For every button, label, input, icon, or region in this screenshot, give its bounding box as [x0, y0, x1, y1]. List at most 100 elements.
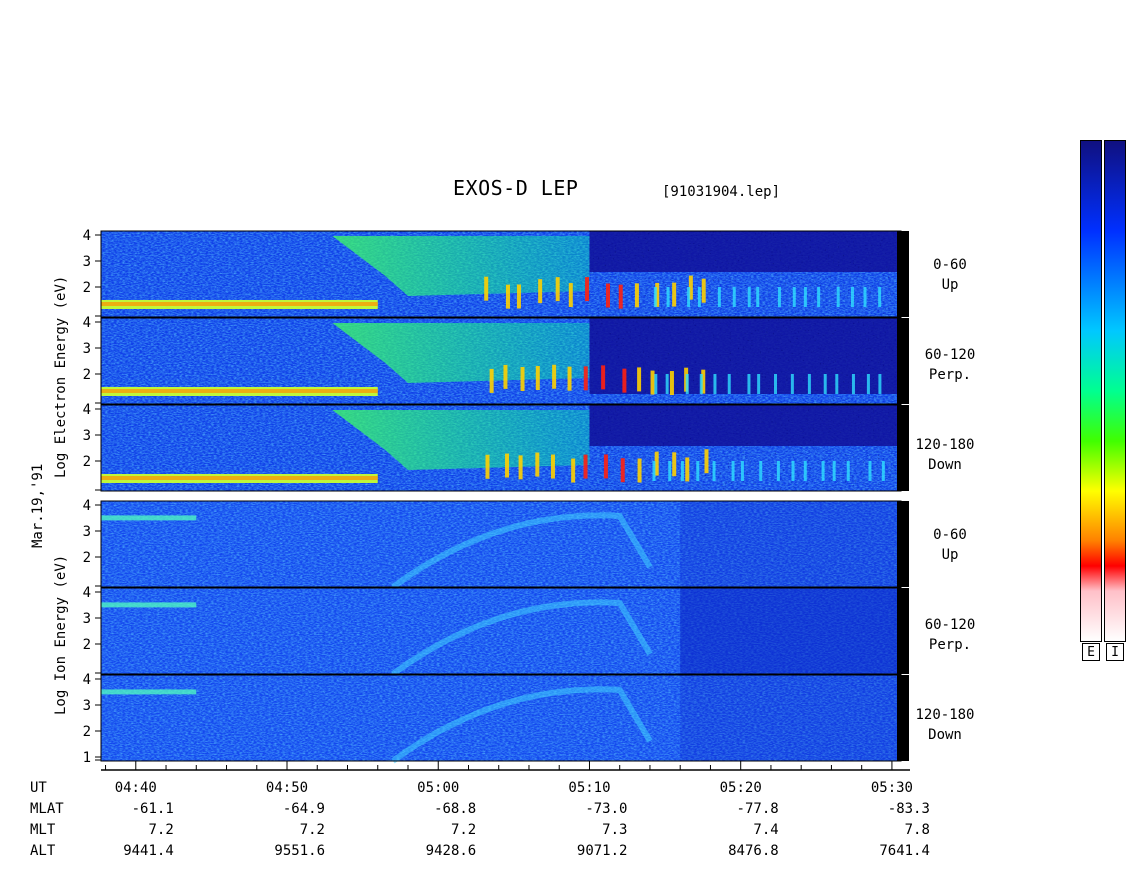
late-burst-mark	[654, 374, 658, 394]
ion-beam	[101, 515, 197, 521]
spectrogram-panel-4	[100, 587, 909, 677]
ephemeris-alt-value: 9071.2	[576, 843, 628, 859]
y-tick-label: 2	[83, 280, 91, 296]
late-burst-mark	[791, 461, 795, 481]
y-tick-label: 1	[83, 750, 91, 766]
angle-label-i-up: 0-60 Up	[933, 527, 967, 563]
burst-mark	[520, 367, 525, 392]
late-burst-mark	[652, 461, 656, 481]
electron-ylabel: Log Electron Energy (eV)	[53, 275, 69, 478]
late-burst-mark	[731, 461, 735, 481]
burst-mark	[489, 368, 494, 393]
late-burst-mark	[851, 374, 855, 394]
ephemeris-mlat-value: -61.1	[131, 801, 174, 817]
late-burst-mark	[792, 287, 796, 307]
y-tick-label: 4	[83, 498, 91, 514]
burst-mark	[603, 454, 608, 479]
late-burst-mark	[697, 287, 701, 307]
ut-tick-label: 05:00	[417, 780, 460, 796]
burst-mark	[516, 284, 521, 309]
spectrogram-panel-1	[100, 317, 909, 405]
late-burst-mark	[757, 374, 761, 394]
burst-mark	[620, 458, 625, 483]
late-burst-mark	[666, 287, 670, 307]
burst-mark	[701, 278, 706, 303]
dark-speckle	[589, 405, 901, 491]
y-tick-label: 2	[83, 637, 91, 653]
burst-mark	[505, 453, 510, 478]
ion-ylabel: Log Ion Energy (eV)	[53, 554, 69, 715]
late-burst-mark	[727, 374, 731, 394]
y-tick-label: 4	[83, 315, 91, 331]
burst-mark	[669, 371, 674, 396]
late-burst-mark	[740, 461, 744, 481]
burst-mark	[550, 454, 555, 479]
ephemeris-mlt-value: 7.8	[904, 822, 930, 838]
late-burst-mark	[846, 461, 850, 481]
low-energy-core	[101, 302, 378, 306]
late-burst-mark	[756, 287, 760, 307]
late-burst-mark	[680, 461, 684, 481]
angle-label-i-down: 120-180 Down	[915, 707, 975, 743]
ion-quiet-region	[680, 675, 901, 761]
burst-mark	[518, 455, 523, 480]
y-tick-label: 2	[83, 367, 91, 383]
ut-tick-label: 04:50	[265, 780, 309, 796]
burst-mark	[637, 367, 642, 392]
burst-mark	[583, 454, 588, 479]
late-burst-mark	[712, 461, 716, 481]
burst-mark	[552, 364, 557, 389]
date-label: Mar.19,'91	[30, 463, 46, 548]
ephemeris-alt-value: 7641.4	[879, 843, 930, 859]
burst-mark	[535, 366, 540, 391]
burst-mark	[634, 283, 639, 308]
burst-mark	[568, 283, 573, 308]
angle-label-e-perp: 60-120 Perp.	[924, 347, 976, 383]
ion-beam	[101, 689, 197, 695]
colorbar-electron	[1080, 140, 1102, 642]
y-tick-label: 3	[83, 341, 91, 357]
late-burst-mark	[759, 461, 763, 481]
burst-mark	[505, 284, 510, 309]
angle-label-e-down: 120-180 Down	[915, 437, 975, 473]
y-tick-label: 3	[83, 524, 91, 540]
late-burst-mark	[717, 287, 721, 307]
panel-edge	[897, 588, 909, 674]
burst-mark	[672, 452, 677, 477]
ephemeris-mlt-value: 7.2	[148, 822, 174, 838]
late-burst-mark	[687, 287, 691, 307]
late-burst-mark	[807, 374, 811, 394]
angle-label-e-up: 0-60 Up	[933, 257, 967, 293]
burst-mark	[485, 454, 490, 479]
burst-mark	[606, 283, 611, 308]
burst-mark	[535, 452, 540, 477]
late-burst-mark	[823, 374, 827, 394]
ephemeris-alt-value: 9428.6	[425, 843, 477, 859]
ephemeris-mlt-value: 7.4	[753, 822, 779, 838]
y-tick-label: 3	[83, 698, 91, 714]
late-burst-mark	[653, 287, 657, 307]
late-burst-mark	[685, 374, 689, 394]
ephemeris-mlat-value: -83.3	[887, 801, 930, 817]
late-burst-mark	[777, 287, 781, 307]
y-tick-label: 3	[83, 254, 91, 270]
late-burst-mark	[803, 287, 807, 307]
late-burst-mark	[747, 287, 751, 307]
late-burst-mark	[863, 287, 867, 307]
ephemeris-mlt-value: 7.2	[299, 822, 325, 838]
burst-mark	[601, 365, 606, 390]
late-burst-mark	[817, 287, 821, 307]
late-burst-mark	[790, 374, 794, 394]
burst-mark	[583, 366, 588, 391]
panel-edge	[897, 318, 909, 404]
late-burst-mark	[850, 287, 854, 307]
y-tick-label: 2	[83, 454, 91, 470]
late-burst-mark	[866, 374, 870, 394]
ephemeris-mlat-value: -68.8	[434, 801, 477, 817]
late-burst-mark	[881, 461, 885, 481]
burst-mark	[672, 282, 677, 307]
late-burst-mark	[832, 461, 836, 481]
burst-mark	[618, 284, 623, 309]
ion-beam	[101, 602, 197, 608]
burst-mark	[622, 368, 627, 393]
